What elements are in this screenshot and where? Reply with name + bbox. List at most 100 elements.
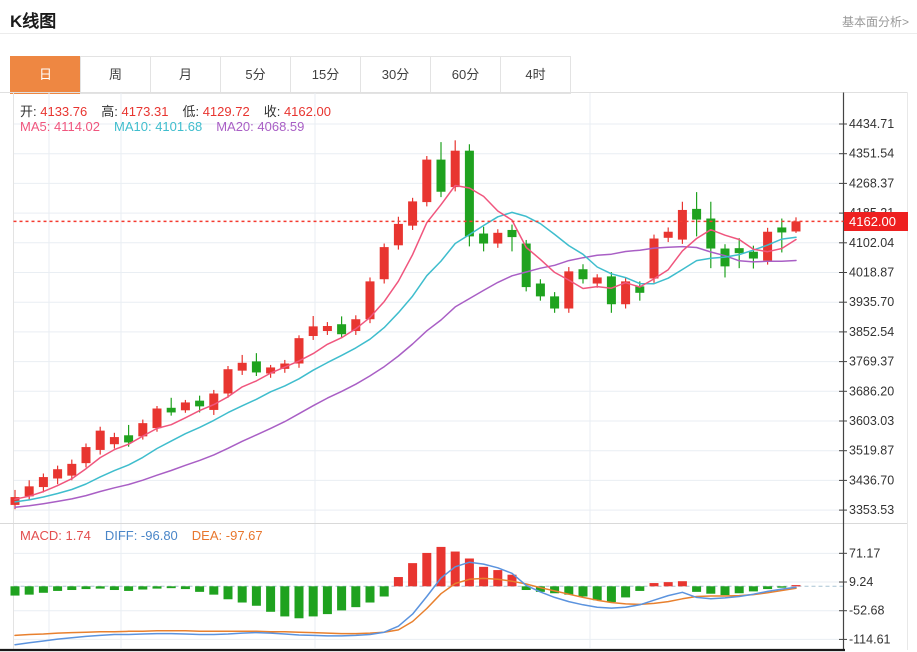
macd-hist-bar bbox=[777, 586, 787, 588]
macd-hist-bar bbox=[706, 586, 716, 594]
kline-widget: { "header": { "title": "K线图", "link": "基… bbox=[0, 0, 917, 652]
last-price-tag: 4162.00 bbox=[844, 212, 908, 231]
main-axis-label: 4268.37 bbox=[849, 176, 894, 190]
candle-body bbox=[550, 296, 560, 309]
macd-hist-bar bbox=[663, 582, 673, 587]
macd-readout: MACD: 1.74 DIFF: -96.80 DEA: -97.67 bbox=[20, 528, 277, 543]
candle-body bbox=[308, 326, 318, 337]
ohlc-item: 收: 4162.00 bbox=[263, 104, 331, 119]
macd-item: DIFF: -96.80 bbox=[104, 528, 178, 543]
macd-hist-bar bbox=[180, 586, 190, 590]
macd-hist-bar bbox=[635, 586, 645, 591]
macd-hist-bar bbox=[124, 586, 134, 591]
macd-hist-bar bbox=[365, 586, 375, 603]
candle-body bbox=[493, 232, 503, 244]
candle-body bbox=[621, 281, 631, 305]
macd-hist-bar bbox=[763, 586, 773, 590]
macd-hist-bar bbox=[621, 586, 631, 598]
main-axis-label: 3852.54 bbox=[849, 325, 894, 339]
candle-body bbox=[124, 435, 134, 443]
macd-hist-bar bbox=[692, 586, 702, 592]
macd-hist-bar bbox=[479, 566, 489, 587]
macd-item: DEA: -97.67 bbox=[191, 528, 263, 543]
candle-body bbox=[464, 150, 474, 237]
candle-body bbox=[251, 361, 261, 373]
macd-hist-bar bbox=[322, 586, 332, 615]
candle-body bbox=[578, 269, 588, 280]
macd-hist-bar bbox=[606, 586, 616, 603]
candle-body bbox=[223, 369, 233, 394]
macd-hist-bar bbox=[720, 586, 730, 596]
ma-item: MA10: 4101.68 bbox=[114, 119, 203, 134]
main-axis-label: 3353.53 bbox=[849, 503, 894, 517]
ohlc-readout: 开: 4133.76 高: 4173.31 低: 4129.72 收: 4162.00 bbox=[20, 101, 345, 120]
macd-hist-bar bbox=[237, 586, 247, 603]
kline-chart[interactable]: 4434.714351.544268.374185.214102.044018.… bbox=[0, 0, 917, 652]
candle-body bbox=[53, 469, 63, 479]
macd-hist-bar bbox=[24, 586, 34, 595]
candle-body bbox=[748, 251, 758, 259]
macd-hist-bar bbox=[67, 586, 77, 591]
macd-hist-bar bbox=[294, 586, 304, 619]
macd-item: MACD: 1.74 bbox=[20, 528, 91, 543]
main-axis-label: 3436.70 bbox=[849, 473, 894, 487]
macd-hist-bar bbox=[152, 586, 162, 589]
macd-hist-bar bbox=[379, 586, 389, 597]
macd-hist-bar bbox=[791, 585, 801, 587]
macd-hist-bar bbox=[649, 583, 659, 587]
macd-hist-bar bbox=[95, 586, 105, 589]
macd-hist-bar bbox=[266, 586, 276, 612]
candle-body bbox=[322, 326, 332, 332]
ma-item: MA5: 4114.02 bbox=[20, 119, 100, 134]
macd-hist-bar bbox=[209, 586, 219, 595]
candle-body bbox=[692, 208, 702, 220]
macd-hist-bar bbox=[493, 570, 503, 587]
macd-hist-bar bbox=[251, 586, 261, 606]
candle-body bbox=[507, 229, 517, 238]
candle-body bbox=[109, 437, 119, 445]
candle-body bbox=[535, 283, 545, 297]
ma20-line bbox=[14, 245, 797, 508]
candle-body bbox=[152, 408, 162, 429]
ohlc-item: 低: 4129.72 bbox=[182, 104, 250, 119]
ma-item: MA20: 4068.59 bbox=[216, 119, 305, 134]
main-axis-label: 3519.87 bbox=[849, 444, 894, 458]
macd-axis-label: -52.68 bbox=[849, 604, 884, 618]
ma-readout: MA5: 4114.02 MA10: 4101.68 MA20: 4068.59 bbox=[20, 119, 318, 134]
diff-line bbox=[14, 561, 797, 646]
candle-body bbox=[606, 276, 616, 305]
candle-body bbox=[777, 227, 787, 233]
candle-body bbox=[791, 221, 801, 232]
macd-hist-bar bbox=[10, 586, 20, 596]
macd-hist-bar bbox=[748, 586, 758, 592]
main-axis-label: 4351.54 bbox=[849, 147, 894, 161]
ohlc-item: 开: 4133.76 bbox=[20, 104, 88, 119]
candle-body bbox=[195, 400, 205, 407]
macd-hist-bar bbox=[677, 581, 687, 587]
main-axis-label: 4018.87 bbox=[849, 266, 894, 280]
candle-body bbox=[677, 209, 687, 240]
candle-body bbox=[337, 324, 347, 335]
macd-hist-bar bbox=[578, 586, 588, 597]
macd-hist-bar bbox=[351, 586, 361, 608]
macd-hist-bar bbox=[38, 586, 48, 593]
candle-body bbox=[479, 233, 489, 244]
macd-hist-bar bbox=[109, 586, 119, 591]
candle-body bbox=[81, 447, 91, 464]
candle-body bbox=[422, 159, 432, 203]
macd-axis-label: 71.17 bbox=[849, 546, 880, 560]
candle-body bbox=[564, 271, 574, 309]
main-axis-label: 3769.37 bbox=[849, 355, 894, 369]
candle-body bbox=[38, 477, 48, 488]
candle-body bbox=[734, 248, 744, 254]
macd-hist-bar bbox=[166, 586, 176, 589]
candle-body bbox=[166, 407, 176, 413]
candle-body bbox=[180, 402, 190, 411]
macd-hist-bar bbox=[337, 586, 347, 611]
candle-body bbox=[649, 238, 659, 279]
macd-hist-bar bbox=[280, 586, 290, 617]
main-axis-label: 3935.70 bbox=[849, 295, 894, 309]
candle-body bbox=[379, 247, 389, 280]
macd-hist-bar bbox=[393, 577, 403, 587]
macd-hist-bar bbox=[436, 546, 446, 587]
